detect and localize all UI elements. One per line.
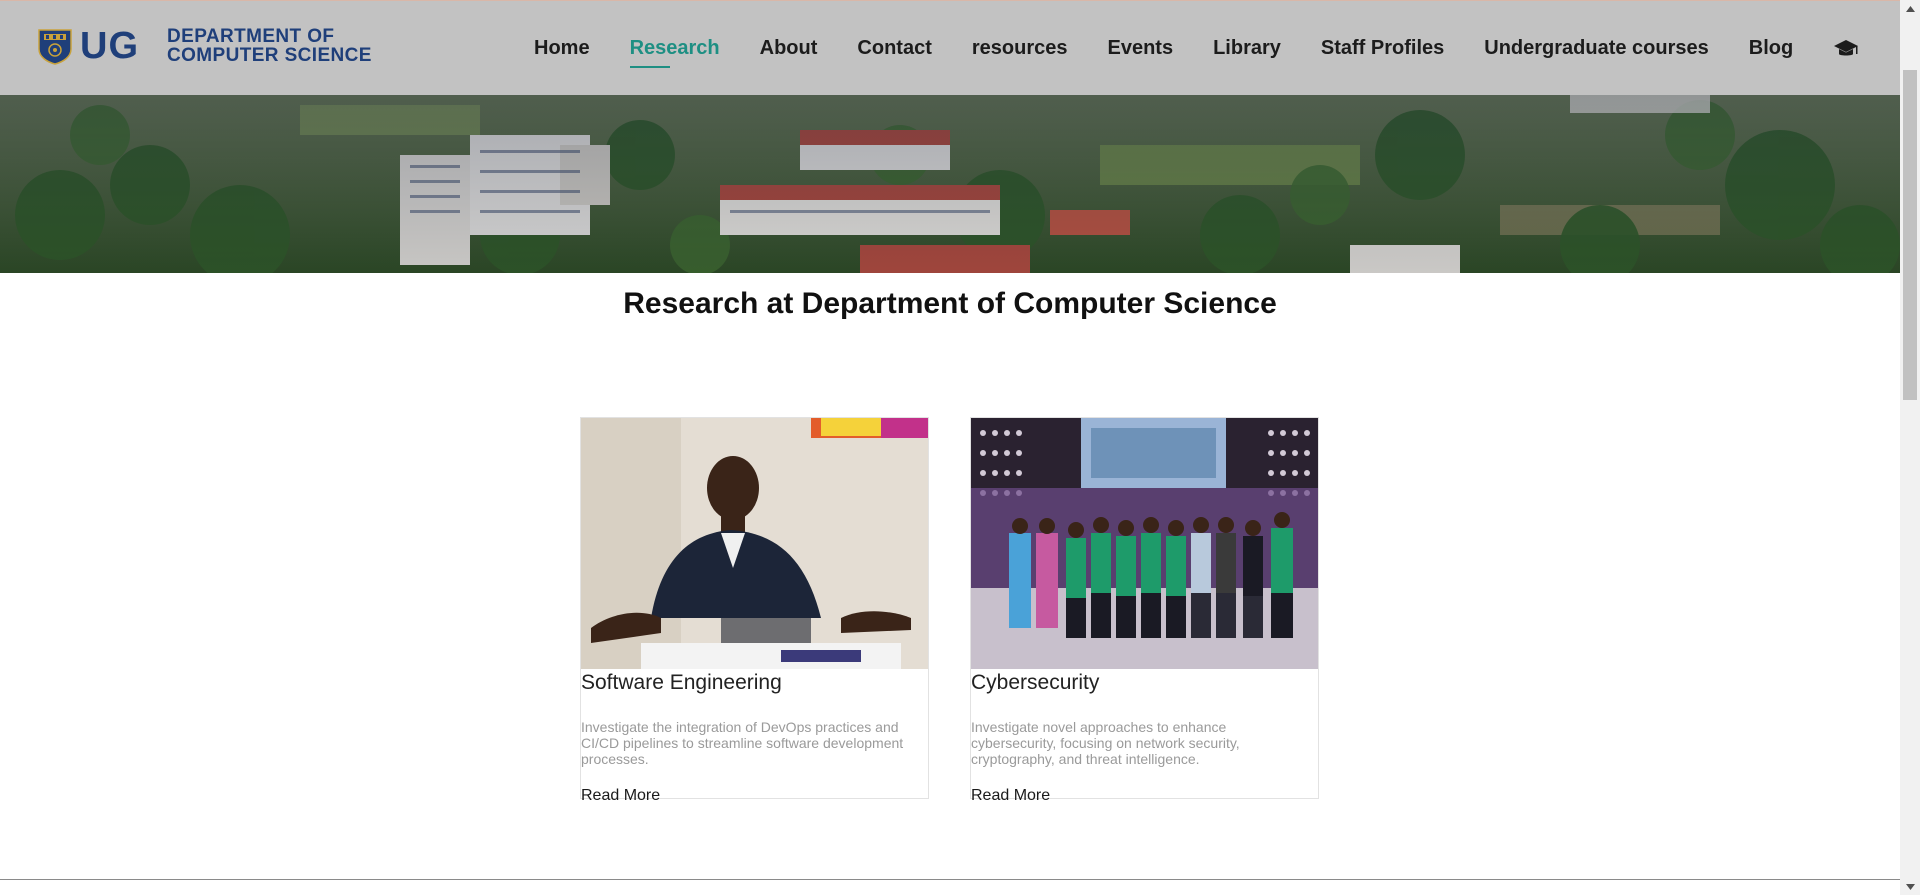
card-description: Investigate novel approaches to enhance … (971, 719, 1240, 767)
research-card-cybersecurity: Cybersecurity Investigate novel approach… (970, 417, 1319, 804)
main-nav: Home Research About Contact resources Ev… (534, 1, 1859, 96)
scroll-thumb[interactable] (1903, 70, 1917, 400)
scroll-up-button[interactable] (1900, 0, 1920, 17)
brand-name: DEPARTMENT OF COMPUTER SCIENCE (167, 27, 372, 65)
brand-line-2: COMPUTER SCIENCE (167, 45, 372, 66)
campus-aerial-image (0, 95, 1900, 273)
nav-staff-profiles[interactable]: Staff Profiles (1321, 37, 1444, 60)
read-more-link[interactable]: Read More (971, 787, 1318, 805)
nav-undergraduate-courses[interactable]: Undergraduate courses (1484, 37, 1709, 60)
card-image-speaker (581, 418, 928, 669)
card-description: Investigate the integration of DevOps pr… (581, 719, 904, 767)
site-header: UG DEPARTMENT OF COMPUTER SCIENCE Home R… (0, 0, 1900, 95)
nav-resources[interactable]: resources (972, 37, 1068, 60)
triangle-down-icon (1905, 883, 1915, 890)
nav-contact[interactable]: Contact (857, 37, 931, 60)
nav-research[interactable]: Research (629, 37, 720, 68)
site-logo[interactable]: UG DEPARTMENT OF COMPUTER SCIENCE (36, 27, 372, 65)
university-crest-icon (38, 29, 72, 65)
research-card-software-engineering: Software Engineering Investigate the int… (580, 417, 929, 804)
brand-line-1: DEPARTMENT OF (167, 26, 335, 47)
nav-library[interactable]: Library (1213, 37, 1281, 60)
nav-blog[interactable]: Blog (1749, 37, 1793, 60)
nav-events[interactable]: Events (1107, 37, 1173, 60)
page-title: Research at Department of Computer Scien… (623, 287, 1277, 320)
triangle-up-icon (1905, 5, 1915, 12)
read-more-link[interactable]: Read More (581, 787, 928, 805)
footer-divider (0, 879, 1900, 880)
graduation-cap-icon[interactable] (1833, 39, 1859, 59)
scroll-down-button[interactable] (1900, 878, 1920, 895)
nav-about[interactable]: About (760, 37, 818, 60)
card-image-team-stage (971, 418, 1318, 669)
nav-home[interactable]: Home (534, 37, 590, 60)
brand-mark: UG (80, 25, 139, 67)
hero-banner (0, 95, 1900, 273)
page-scrollbar[interactable] (1900, 0, 1920, 895)
card-title: Software Engineering (581, 671, 782, 694)
card-title: Cybersecurity (971, 671, 1100, 694)
